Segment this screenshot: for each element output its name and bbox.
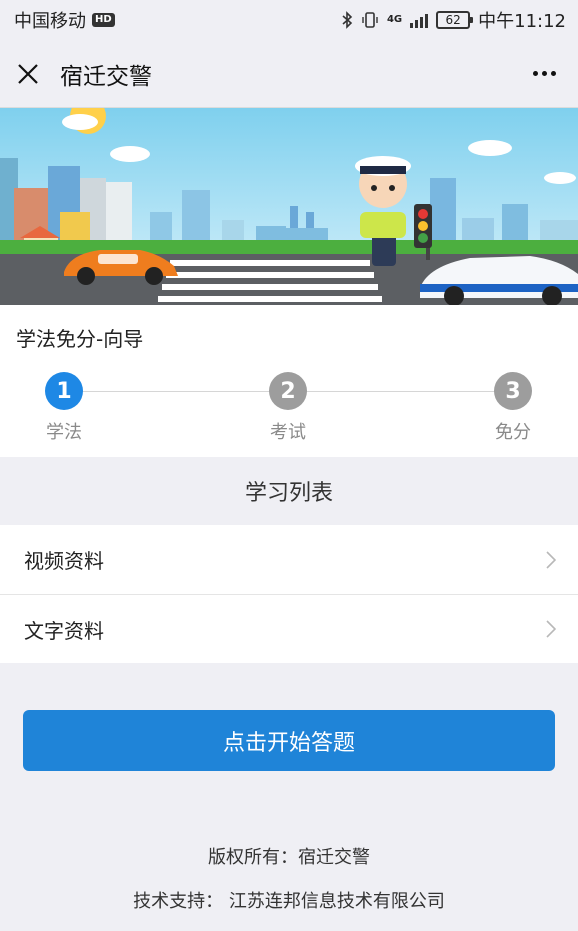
list-item-label: 视频资料 — [24, 549, 104, 573]
step-number: 1 — [45, 372, 83, 410]
guide-section: 学法免分-向导 1 学法 2 考试 3 免分 — [0, 305, 578, 457]
step-number: 2 — [269, 372, 307, 410]
footer: 版权所有：宿迁交警 技术支持： 江苏连邦信息技术有限公司 — [0, 841, 578, 919]
vibrate-icon — [362, 12, 378, 28]
status-time: 中午11:12 — [478, 11, 566, 32]
step-label: 免分 — [495, 422, 531, 443]
step-number: 3 — [494, 372, 532, 410]
step-2: 2 考试 — [248, 372, 328, 444]
page-title: 宿迁交警 — [60, 63, 152, 90]
status-right: 4G 62 中午11:12 — [341, 7, 566, 33]
banner-image — [0, 108, 578, 305]
traffic-police-illustration — [0, 108, 578, 305]
list-item-video-materials[interactable]: 视频资料 — [0, 525, 578, 594]
list-item-label: 文字资料 — [24, 618, 104, 643]
step-label: 学法 — [46, 422, 82, 443]
bluetooth-icon — [342, 11, 353, 29]
battery-icon: 62 — [436, 11, 474, 29]
chevron-right-icon — [546, 550, 556, 569]
nav-bar: 宿迁交警 — [0, 40, 578, 108]
network-type: 4G — [386, 14, 403, 25]
close-icon — [18, 63, 38, 84]
step-3: 3 免分 — [473, 372, 553, 444]
start-button-wrap: 点击开始答题 — [0, 663, 578, 771]
copyright-text: 版权所有：宿迁交警 — [208, 847, 370, 868]
list-item-text-materials[interactable]: 文字资料 — [0, 594, 578, 663]
step-indicator: 1 学法 2 考试 3 免分 — [16, 372, 562, 444]
hd-badge: HD — [92, 13, 115, 27]
guide-title: 学法免分-向导 — [16, 327, 144, 351]
study-list-header: 学习列表 — [0, 457, 578, 525]
battery-level: 62 — [445, 13, 461, 27]
more-button[interactable] — [529, 63, 560, 84]
step-label: 考试 — [270, 422, 306, 443]
more-icon — [533, 71, 538, 76]
status-bar: 中国移动 HD 4G 62 中午11:12 — [0, 0, 578, 40]
nav-left: 宿迁交警 — [16, 57, 152, 91]
step-1: 1 学法 — [24, 372, 104, 444]
study-list: 视频资料 文字资料 — [0, 525, 578, 663]
status-left: 中国移动 HD — [14, 7, 115, 33]
signal-icon — [410, 12, 429, 28]
close-button[interactable] — [16, 62, 40, 86]
carrier-name: 中国移动 — [14, 11, 86, 32]
tech-support-text: 技术支持： 江苏连邦信息技术有限公司 — [133, 891, 445, 912]
start-quiz-button[interactable]: 点击开始答题 — [23, 710, 555, 771]
chevron-right-icon — [546, 620, 556, 638]
